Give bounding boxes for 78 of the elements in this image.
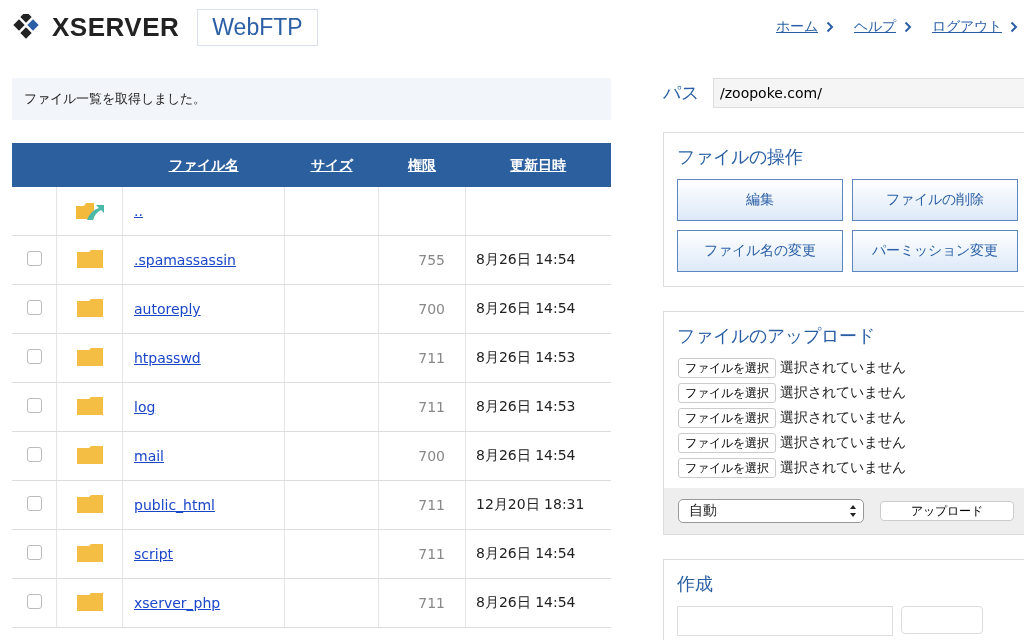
row-checkbox[interactable] [26,447,42,462]
name-field[interactable] [677,606,893,636]
panel-title: ファイルのアップロード [676,324,876,348]
folder-icon [75,395,104,416]
choose-file-button[interactable]: ファイルを選択 [678,358,776,378]
file-status-text: 選択されていません [780,384,906,402]
nav-link[interactable]: ホーム [776,18,834,36]
file-name-link[interactable]: script [134,546,173,562]
operation-button[interactable]: ファイルの削除 [852,179,1018,221]
chevron-icon [826,21,834,33]
folder-icon [75,297,104,318]
mode-select[interactable]: 自動 [678,499,864,523]
column-header-link[interactable]: 権限 [408,157,436,173]
row-checkbox[interactable] [26,251,42,266]
folder-icon [75,346,104,367]
folder-icon [75,591,104,612]
permission-text: 711 [418,350,445,366]
file-name-link[interactable]: xserver_php [134,595,221,611]
status-message: ファイル一覧を取得しました。 [12,78,611,120]
file-status-text: 選択されていません [780,359,906,377]
permission-text: 711 [418,546,445,562]
row-checkbox[interactable] [26,594,42,609]
operation-button[interactable]: ファイル名の変更 [677,230,843,272]
file-name-link[interactable]: .spamassassin [134,252,236,268]
panel-title: 作成 [677,572,714,596]
permission-text: 700 [418,301,445,317]
file-name-link[interactable]: .. [134,203,143,219]
file-name-link[interactable]: htpasswd [134,350,201,366]
nav-link[interactable]: ヘルプ [854,18,912,36]
folder-icon [75,444,104,465]
modified-date: 12月20日 18:31 [476,496,585,512]
panel-title: ファイルの操作 [677,145,804,169]
file-name-link[interactable]: autoreply [134,301,201,317]
file-status-text: 選択されていません [780,434,906,452]
modified-date: 8月26日 14:54 [476,545,576,561]
row-checkbox[interactable] [26,545,42,560]
create-button[interactable] [901,606,983,634]
row-checkbox[interactable] [26,300,42,315]
row-checkbox[interactable] [26,349,42,364]
operation-button[interactable]: 編集 [677,179,843,221]
path-field[interactable]: /zoopoke.com/ [713,78,1024,108]
modified-date: 8月26日 14:54 [476,300,576,316]
file-status-text: 選択されていません [780,409,906,427]
modified-date: 8月26日 14:54 [476,447,576,463]
column-header-link[interactable]: サイズ [310,157,353,173]
permission-text: 711 [418,595,445,611]
chevron-icon [904,21,912,33]
chevron-icon [1010,21,1018,33]
file-status-text: 選択されていません [780,459,906,477]
file-name-link[interactable]: mail [134,448,164,464]
modified-date: 8月26日 14:54 [476,251,576,267]
brand-name: XSERVER [52,11,180,43]
choose-file-button[interactable]: ファイルを選択 [678,458,776,478]
row-checkbox[interactable] [26,496,42,511]
nav-link[interactable]: ログアウト [932,18,1018,36]
select-arrows-icon [849,504,857,518]
modified-date: 8月26日 14:53 [476,349,576,365]
product-badge: WebFTP [197,8,318,46]
choose-file-button[interactable]: ファイルを選択 [678,408,776,428]
path-label: パス [663,81,699,105]
column-header-link[interactable]: 更新日時 [510,157,567,173]
upload-button[interactable]: アップロード [880,501,1014,521]
choose-file-button[interactable]: ファイルを選択 [678,383,776,403]
operation-button[interactable]: パーミッション変更 [852,230,1018,272]
permission-text: 700 [418,448,445,464]
file-name-link[interactable]: log [134,399,156,415]
folder-icon [75,493,104,514]
permission-text: 755 [418,252,445,268]
modified-date: 8月26日 14:53 [476,398,576,414]
folder-icon [75,248,104,269]
folder-icon [75,542,104,563]
column-header-link[interactable]: ファイル名 [168,157,239,173]
file-name-link[interactable]: public_html [134,497,215,513]
row-checkbox[interactable] [26,398,42,413]
modified-date: 8月26日 14:54 [476,594,576,610]
choose-file-button[interactable]: ファイルを選択 [678,433,776,453]
permission-text: 711 [418,399,445,415]
permission-text: 711 [418,497,445,513]
